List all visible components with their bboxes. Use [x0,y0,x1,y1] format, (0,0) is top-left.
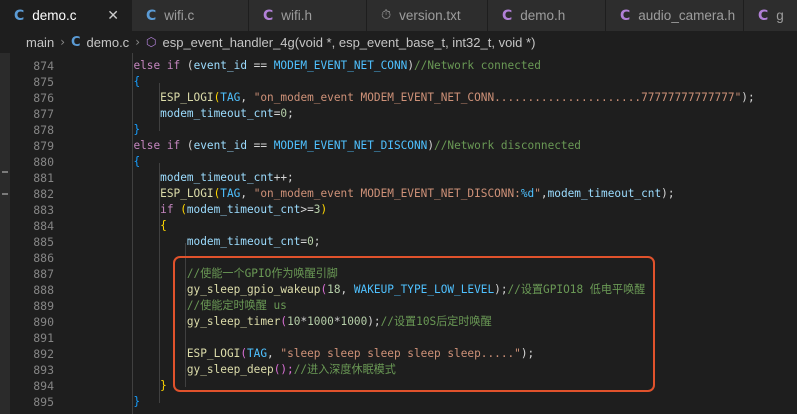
tab-label: version.txt [399,8,461,23]
line-number: 889 [33,299,54,313]
line-number: 883 [33,203,54,217]
c-header-file-icon: C [502,7,513,24]
tab-wifi-c[interactable]: C wifi.c [132,0,249,31]
code-line-887: //使能一个GPIO作为唤醒引脚 [186,267,338,280]
code-line-875: { [133,75,141,88]
line-number: 881 [33,171,54,185]
breadcrumb-symbol[interactable]: esp_event_handler_4g(void *, esp_event_b… [162,35,535,50]
line-number-gutter: 874 875 876 877 878 879 880 881 882 883 884 885 886 8… [10,53,54,414]
tab-label: wifi.c [164,8,195,23]
close-icon[interactable]: ✕ [107,8,119,24]
line-number: 879 [33,139,54,153]
line-number: 890 [33,315,54,329]
code-line-893: gy_sleep_deep();//进入深度休眠模式 [186,363,396,376]
breadcrumb-file[interactable]: demo.c [87,35,130,50]
line-number: 893 [33,363,54,377]
code-line-877: modem_timeout_cnt=0; [160,107,294,120]
c-header-file-icon: C [263,7,274,24]
code-line-878: } [133,123,141,136]
code-line-885: modem_timeout_cnt=0; [186,235,321,248]
code-line-881: modem_timeout_cnt++; [160,171,294,184]
code-line-879: else if (event_id == MODEM_EVENT_NET_DIS… [133,139,581,152]
tab-version-txt[interactable]: ⏱ version.txt [367,0,488,31]
line-number: 887 [33,267,54,281]
code-line-892: ESP_LOGI(TAG, "sleep sleep sleep sleep s… [186,347,535,360]
line-number: 885 [33,235,54,249]
chevron-right-icon: › [135,35,140,49]
code-line-894: } [160,379,167,392]
line-number: 892 [33,347,54,361]
c-file-icon: C [146,7,157,24]
tab-audio-camera-h[interactable]: C audio_camera.h [606,0,744,31]
line-number: 895 [33,395,54,409]
line-number: 891 [33,331,54,345]
editor-tab-bar: C demo.c ✕ C wifi.c C wifi.h ⏱ version.t… [0,0,797,31]
line-number: 880 [33,155,54,169]
c-file-icon: C [71,34,81,50]
code-line-876: ESP_LOGI(TAG, "on_modem_event MODEM_EVEN… [160,91,755,104]
strip-marker [2,193,8,195]
code-line-890: gy_sleep_timer(10*1000*1000);//设置10S后定时唤… [186,315,492,328]
line-number: 882 [33,187,54,201]
code-line-895: } [133,395,141,408]
code-line-880: { [133,155,141,168]
line-number: 884 [33,219,54,233]
line-number: 875 [33,75,54,89]
tab-wifi-h[interactable]: C wifi.h [249,0,367,31]
method-symbol-icon: ⬡ [146,35,157,49]
tab-demo-c[interactable]: C demo.c ✕ [0,0,132,31]
breadcrumb: main › C demo.c › ⬡ esp_event_handler_4g… [0,31,797,53]
strip-marker [2,171,8,173]
tab-label: demo.c [32,8,77,23]
tab-label: g [776,8,784,23]
code-line-884: { [160,219,167,232]
code-line-888: gy_sleep_gpio_wakeup(18, WAKEUP_TYPE_LOW… [186,283,646,296]
c-file-icon: C [14,7,25,24]
chevron-right-icon: › [60,35,65,49]
line-number: 894 [33,379,54,393]
line-number: 877 [33,107,54,121]
code-line-882: ESP_LOGI(TAG, "on_modem_event MODEM_EVEN… [160,187,675,200]
activity-strip [0,53,10,414]
tab-overflow[interactable]: C g [744,0,797,31]
tab-demo-h[interactable]: C demo.h [488,0,606,31]
tab-label: audio_camera.h [638,8,736,23]
line-number: 886 [33,251,54,265]
c-header-file-icon: C [758,7,769,24]
line-number: 878 [33,123,54,137]
breadcrumb-folder[interactable]: main [26,35,54,50]
tab-label: wifi.h [281,8,313,23]
code-editor[interactable]: else if (event_id == MODEM_EVENT_NET_CON… [80,53,797,414]
code-line-883: if (modem_timeout_cnt>=3) [160,203,328,216]
line-number: 874 [33,59,54,73]
code-line-889: //使能定时唤醒 us [186,299,287,312]
tab-label: demo.h [520,8,566,23]
code-line-874: else if (event_id == MODEM_EVENT_NET_CON… [133,59,541,72]
line-number: 876 [33,91,54,105]
text-file-icon: ⏱ [381,8,392,23]
c-header-file-icon: C [620,7,631,24]
line-number: 888 [33,283,54,297]
